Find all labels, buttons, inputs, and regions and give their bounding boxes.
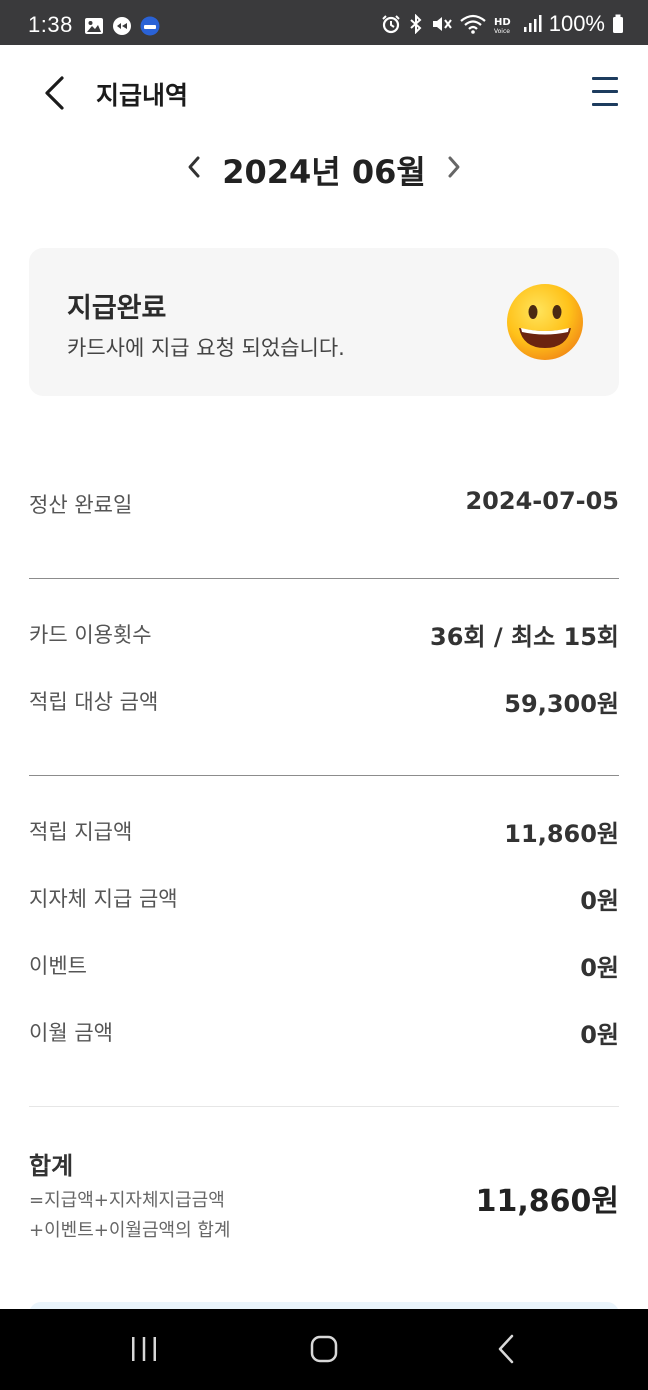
- payment-row-local-gov: 지자체 지급 금액 0원: [29, 877, 619, 917]
- payment-status-card: 지급완료 카드사에 지급 요청 되었습니다.: [29, 248, 619, 396]
- mute-icon: [432, 17, 452, 31]
- app-header: 지급내역: [0, 45, 648, 141]
- total-formula: =지급액+지자체지급금액 +이벤트+이월금액의 합계: [29, 1186, 231, 1246]
- event-label: 이벤트: [29, 954, 87, 978]
- status-left-icons: [84, 16, 160, 36]
- home-icon: [310, 1335, 338, 1363]
- status-title: 지급완료: [67, 293, 167, 324]
- payment-row-event: 이벤트 0원: [29, 944, 619, 984]
- recent-apps-button[interactable]: [124, 1329, 164, 1369]
- current-month-label: 2024년 06월: [222, 153, 426, 191]
- reward-payment-label: 적립 지급액: [29, 820, 133, 844]
- total-formula-line1: =지급액+지자체지급금액: [29, 1190, 225, 1211]
- eligible-amount-value: 59,300원: [504, 690, 619, 718]
- app-notification-icon: [113, 17, 131, 35]
- home-button[interactable]: [304, 1329, 344, 1369]
- bluetooth-icon: [410, 14, 422, 34]
- smiley-face-icon: [507, 284, 583, 360]
- local-gov-payment-label: 지자체 지급 금액: [29, 887, 178, 911]
- back-arrow-icon: [498, 1334, 514, 1364]
- system-back-button[interactable]: [486, 1329, 526, 1369]
- status-bar: 1:38 HD Voice 100%: [0, 0, 648, 45]
- system-navigation-bar: [0, 1309, 648, 1390]
- payment-row-carryover: 이월 금액 0원: [29, 1011, 619, 1051]
- signal-icon: [523, 15, 542, 32]
- chevron-left-icon: [45, 76, 64, 110]
- status-time: 1:38: [28, 12, 73, 37]
- payment-row-reward: 적립 지급액 11,860원: [29, 810, 619, 850]
- chevron-right-icon: [448, 156, 460, 178]
- battery-percent: 100%: [548, 11, 605, 36]
- battery-icon: [613, 14, 623, 33]
- back-button[interactable]: [30, 67, 78, 119]
- page-title: 지급내역: [96, 81, 189, 110]
- reward-payment-value: 11,860원: [504, 820, 619, 848]
- wifi-icon: [460, 14, 486, 34]
- usage-row-card-count: 카드 이용횟수 36회 / 최소 15회: [29, 613, 619, 653]
- alarm-icon: [382, 15, 400, 34]
- svg-text:Voice: Voice: [494, 28, 510, 34]
- total-divider: [29, 1106, 619, 1107]
- eligible-amount-label: 적립 대상 금액: [29, 690, 159, 714]
- total-value: 11,860원: [475, 1184, 619, 1219]
- hamburger-icon-line: [592, 103, 618, 106]
- usage-row-eligible-amount: 적립 대상 금액 59,300원: [29, 680, 619, 720]
- hd-voice-icon: HD Voice: [494, 17, 511, 34]
- carryover-value: 0원: [580, 1021, 619, 1049]
- settlement-date-label: 정산 완료일: [29, 493, 133, 517]
- gallery-icon: [85, 18, 103, 34]
- hamburger-icon-line: [592, 90, 618, 93]
- status-right-icons: HD Voice 100%: [381, 11, 624, 37]
- section-divider: [29, 578, 619, 579]
- local-gov-payment-value: 0원: [580, 887, 619, 915]
- card-usage-count-label: 카드 이용횟수: [29, 623, 152, 647]
- carryover-label: 이월 금액: [29, 1021, 113, 1045]
- section-divider: [29, 775, 619, 776]
- menu-button[interactable]: [584, 71, 628, 113]
- total-label: 합계: [29, 1152, 74, 1180]
- month-navigator: 2024년 06월: [0, 141, 648, 193]
- svg-text:HD: HD: [494, 17, 511, 28]
- total-formula-line2: +이벤트+이월금액의 합계: [29, 1220, 231, 1241]
- settlement-date-value: 2024-07-05: [465, 487, 619, 515]
- event-value: 0원: [580, 954, 619, 982]
- next-month-button[interactable]: [436, 149, 472, 185]
- super-sol-icon: [140, 16, 160, 36]
- recent-apps-icon: [132, 1337, 156, 1361]
- card-usage-count-value: 36회 / 최소 15회: [430, 623, 619, 651]
- settlement-date-row: 정산 완료일 2024-07-05: [29, 483, 619, 523]
- status-description: 카드사에 지급 요청 되었습니다.: [67, 336, 345, 360]
- hamburger-icon: [592, 77, 618, 80]
